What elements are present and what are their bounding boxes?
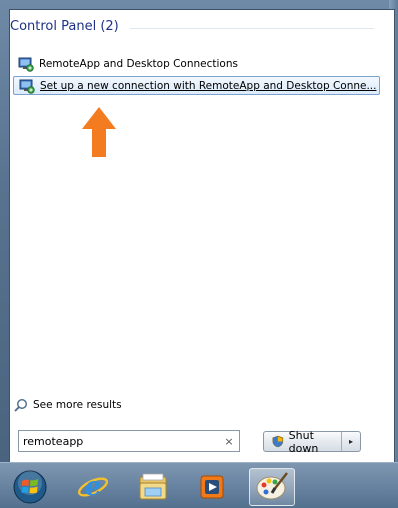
- shutdown-options-arrow-icon[interactable]: ▸: [342, 432, 360, 451]
- section-divider: [130, 28, 374, 29]
- result-setup-new-connection[interactable]: Set up a new connection with RemoteApp a…: [13, 76, 380, 95]
- shutdown-button-group: Shut down ▸: [263, 429, 361, 455]
- search-input[interactable]: remoteapp ×: [18, 430, 240, 452]
- search-value: remoteapp: [23, 434, 84, 448]
- result-label: RemoteApp and Desktop Connections: [39, 57, 238, 70]
- orange-arrow-annotation-icon: [82, 107, 116, 157]
- paint-icon: [256, 472, 288, 500]
- shutdown-button[interactable]: Shut down: [264, 429, 342, 455]
- taskbar-paint[interactable]: [249, 468, 295, 506]
- result-remoteapp-connections[interactable]: RemoteApp and Desktop Connections: [13, 54, 380, 73]
- media-player-icon: [200, 475, 224, 499]
- taskbar: e: [0, 462, 398, 508]
- remoteapp-icon: [19, 79, 35, 94]
- internet-explorer-icon: e: [77, 472, 109, 502]
- taskbar-file-explorer[interactable]: [133, 468, 173, 506]
- uac-shield-icon: [272, 435, 284, 448]
- taskbar-internet-explorer[interactable]: e: [73, 468, 113, 506]
- section-title-control-panel: Control Panel (2): [10, 19, 119, 34]
- start-button[interactable]: [10, 468, 50, 506]
- magnifier-icon: [14, 398, 28, 412]
- shutdown-label: Shut down: [288, 428, 319, 455]
- result-label: Set up a new connection with RemoteApp a…: [40, 79, 377, 92]
- remoteapp-icon: [18, 57, 34, 72]
- svg-text:e: e: [85, 472, 102, 502]
- file-explorer-icon: [139, 473, 167, 500]
- see-more-label: See more results: [33, 399, 122, 411]
- windows-start-orb-icon: [13, 470, 47, 504]
- clear-search-icon[interactable]: ×: [223, 435, 235, 448]
- taskbar-media-player[interactable]: [192, 468, 232, 506]
- see-more-results-link[interactable]: See more results: [14, 398, 122, 412]
